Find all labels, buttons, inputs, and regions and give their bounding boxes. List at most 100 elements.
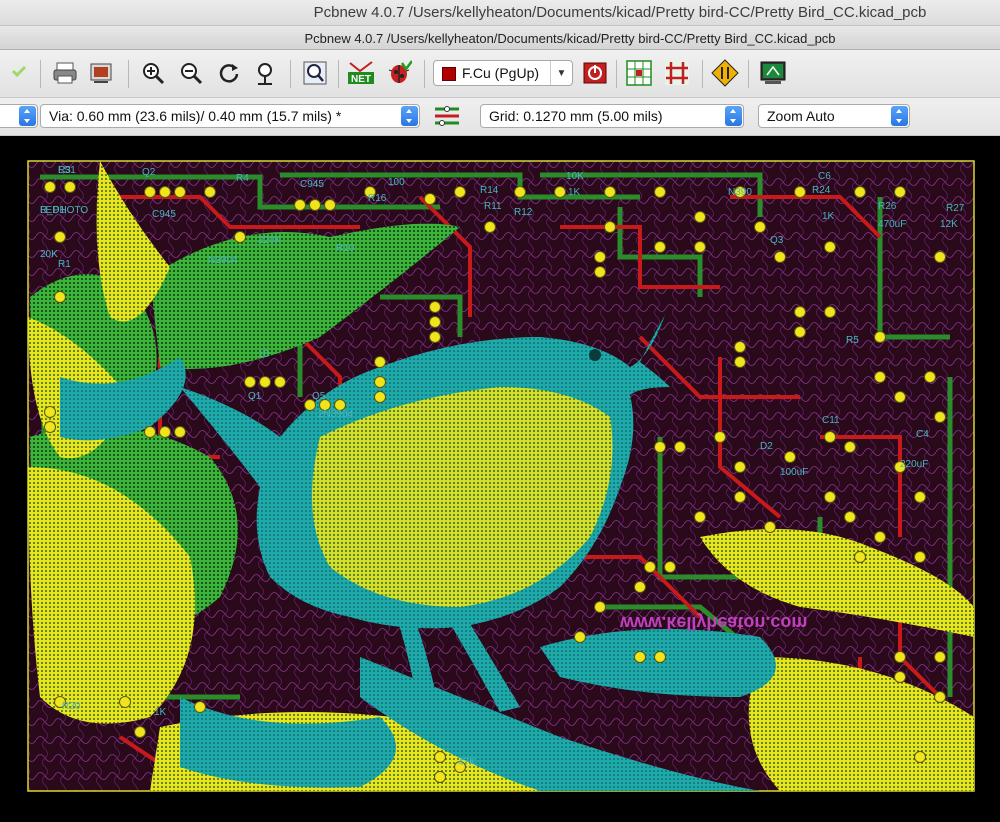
zoom-select[interactable]: Zoom Auto — [758, 104, 910, 128]
pad — [594, 601, 606, 613]
toolbar-separator — [748, 60, 749, 88]
component-designator: R10 — [336, 243, 355, 254]
pad — [159, 186, 171, 198]
component-designator: 100uF — [780, 467, 808, 478]
pad — [44, 181, 56, 193]
component-designator: R1 — [58, 259, 71, 270]
pad — [374, 391, 386, 403]
zoom-in-icon[interactable] — [138, 58, 168, 88]
autoplace-icon[interactable] — [624, 58, 654, 88]
script-icon[interactable] — [710, 58, 740, 88]
pad — [64, 181, 76, 193]
pad — [714, 431, 726, 443]
component-designator: C945 — [152, 209, 176, 220]
netlist-label: NET — [351, 74, 371, 85]
stepper-icon[interactable] — [725, 106, 742, 126]
pad — [874, 531, 886, 543]
undo-icon[interactable] — [4, 58, 34, 88]
pad — [934, 651, 946, 663]
pad — [734, 341, 746, 353]
grid-select[interactable]: Grid: 0.1270 mm (5.00 mils) — [480, 104, 744, 128]
pcb-canvas[interactable]: R3 R_PHOTO Q2 C945 R4 220K C945 R10 100 R16 10K 1K R… — [0, 137, 1000, 822]
stepper-icon[interactable] — [401, 106, 418, 126]
pad — [874, 331, 886, 343]
pad — [144, 426, 156, 438]
pad — [144, 186, 156, 198]
pad — [429, 301, 441, 313]
pad — [44, 421, 56, 433]
grid-label: Grid: 0.1270 mm (5.00 mils) — [489, 108, 663, 124]
find-icon[interactable] — [300, 58, 330, 88]
pad — [204, 186, 216, 198]
pad — [174, 426, 186, 438]
toolbar-separator — [290, 60, 291, 88]
outer-title-bar: Pcbnew 4.0.7 /Users/kellyheaton/Document… — [0, 0, 1000, 26]
toolbar-separator — [424, 60, 425, 88]
pcb-drawing: R3R_PHOTOQ2C945R4220KC945R10100R1610K1KR… — [0, 137, 1000, 822]
pad — [824, 241, 836, 253]
component-designator: R14 — [480, 185, 499, 196]
stepper-icon[interactable] — [19, 106, 36, 126]
pad — [654, 186, 666, 198]
pad — [694, 511, 706, 523]
pad — [934, 251, 946, 263]
component-designator: 1K — [822, 211, 835, 222]
component-designator: 470uF — [878, 219, 906, 230]
silk-url-text: www.kellyheaton.com — [619, 613, 807, 633]
pad — [159, 426, 171, 438]
component-designator: C4 — [916, 429, 929, 440]
drc-icon[interactable] — [384, 58, 414, 88]
pad — [754, 221, 766, 233]
component-designator: 220uF — [900, 459, 928, 470]
component-designator: R16 — [368, 193, 387, 204]
pad — [54, 231, 66, 243]
pad — [634, 581, 646, 593]
component-designator: Q1 — [248, 391, 262, 402]
layer-pair-icon[interactable] — [580, 58, 610, 88]
pad — [794, 326, 806, 338]
pad — [484, 221, 496, 233]
pad — [914, 491, 926, 503]
stepper-icon[interactable] — [891, 106, 908, 126]
zoom-out-icon[interactable] — [176, 58, 206, 88]
chevron-down-icon[interactable]: ▼ — [550, 61, 572, 85]
active-layer-select[interactable]: F.Cu (PgUp) ▼ — [433, 60, 573, 86]
component-designator: R5 — [846, 335, 859, 346]
component-designator: R4 — [236, 173, 249, 184]
pad — [604, 186, 616, 198]
toolbar-separator — [616, 60, 617, 88]
component-designator: R11 — [484, 201, 502, 212]
pad — [594, 251, 606, 263]
component-designator: R20 — [62, 701, 81, 712]
zoom-fit-icon[interactable] — [250, 58, 280, 88]
component-designator: LED1 — [40, 205, 65, 216]
pad — [434, 771, 446, 783]
print-icon[interactable] — [50, 58, 80, 88]
autoroute-icon[interactable] — [662, 58, 692, 88]
layer-pair-swap-icon[interactable] — [432, 101, 462, 131]
pad — [429, 331, 441, 343]
pad — [894, 391, 906, 403]
plot-icon[interactable] — [86, 58, 116, 88]
pad — [934, 411, 946, 423]
pad — [854, 551, 866, 563]
via-size-select[interactable]: Via: 0.60 mm (23.6 mils)/ 0.40 mm (15.7 … — [40, 104, 420, 128]
redraw-icon[interactable] — [214, 58, 244, 88]
component-designator: 1K — [568, 187, 581, 198]
pad — [309, 199, 321, 211]
netlist-icon[interactable]: NET — [346, 58, 376, 88]
3d-view-icon[interactable] — [758, 58, 788, 88]
pad — [44, 406, 56, 418]
component-designator: Q3 — [770, 235, 784, 246]
pad — [644, 561, 656, 573]
track-width-select[interactable] — [0, 104, 38, 128]
zoom-label: Zoom Auto — [767, 108, 835, 124]
pad — [434, 751, 446, 763]
pad — [734, 356, 746, 368]
pad — [374, 356, 386, 368]
pad — [874, 371, 886, 383]
component-designator: N390 — [728, 187, 752, 198]
pad — [894, 651, 906, 663]
component-designator: 2N3904 — [318, 409, 353, 420]
pad — [554, 186, 566, 198]
